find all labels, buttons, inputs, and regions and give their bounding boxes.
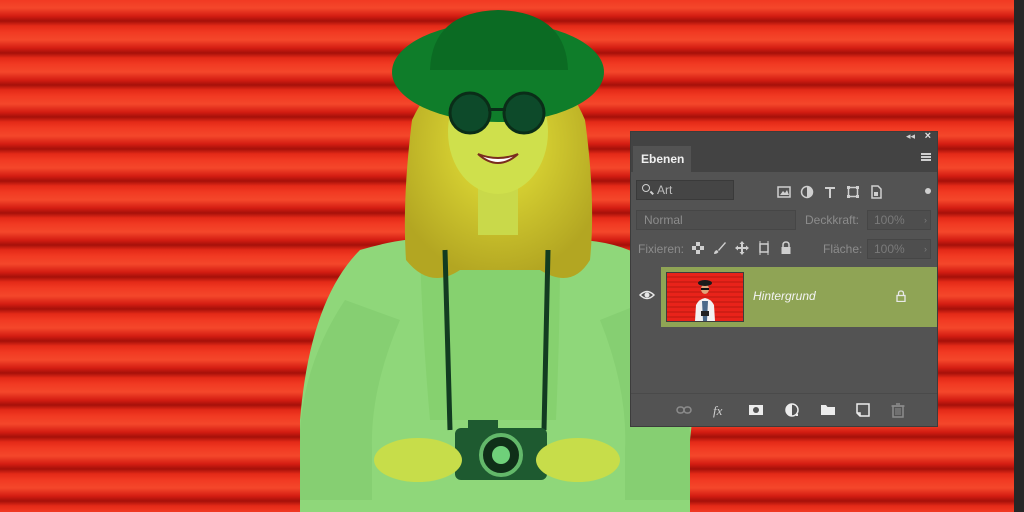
panel-tab-bar: Ebenen <box>631 144 937 172</box>
lock-all-icon[interactable] <box>779 241 793 255</box>
layers-list: Hintergrund <box>631 265 937 393</box>
lock-transparency-icon[interactable] <box>691 241 705 255</box>
canvas-right-edge <box>1014 0 1024 512</box>
opacity-input[interactable]: 100% › <box>867 210 931 230</box>
type-filter-icon[interactable] <box>823 185 837 199</box>
link-layers-icon[interactable] <box>676 402 692 418</box>
tab-layers[interactable]: Ebenen <box>633 146 691 172</box>
layer-filter-row: Art <box>631 177 937 205</box>
chevron-right-icon: › <box>924 244 927 254</box>
blend-mode-dropdown[interactable]: Normal <box>636 210 796 230</box>
filter-kind-dropdown[interactable]: Art <box>636 180 734 200</box>
close-icon[interactable]: × <box>925 130 931 142</box>
collapse-panel-icon[interactable]: ◂◂ <box>906 131 915 142</box>
panel-bottom-bar: fx <box>631 393 937 426</box>
lock-label: Fixieren: <box>638 242 685 256</box>
fill-label: Fläche: <box>823 242 863 256</box>
lock-row: Fixieren: Fläche: 100% › <box>631 237 937 261</box>
layers-panel: ◂◂ × Ebenen Art Normal Deckkraft: 100% ›… <box>630 130 938 427</box>
layer-row-background[interactable]: Hintergrund <box>661 267 937 327</box>
folder-icon[interactable] <box>820 402 836 418</box>
new-layer-icon[interactable] <box>855 402 871 418</box>
opacity-label: Deckkraft: <box>805 213 860 227</box>
trash-icon[interactable] <box>890 402 906 418</box>
mask-icon[interactable] <box>748 402 764 418</box>
shape-filter-icon[interactable] <box>846 185 860 199</box>
panel-menu-icon[interactable] <box>921 153 931 161</box>
filter-kind-label: Art <box>657 183 673 197</box>
filter-toggle-icon[interactable] <box>925 188 931 194</box>
adjustment-layer-icon[interactable] <box>784 402 800 418</box>
lock-artboard-icon[interactable] <box>757 241 771 255</box>
panel-header-strip: ◂◂ × <box>631 130 937 144</box>
fill-value: 100% <box>874 242 905 256</box>
layer-name[interactable]: Hintergrund <box>753 289 816 303</box>
eye-icon[interactable] <box>639 288 655 302</box>
search-icon <box>642 184 650 192</box>
opacity-value: 100% <box>874 213 905 227</box>
layer-thumbnail-image <box>667 273 743 321</box>
image-filter-icon[interactable] <box>777 185 791 199</box>
adjustment-filter-icon[interactable] <box>800 185 814 199</box>
fx-icon[interactable]: fx <box>712 402 728 418</box>
lock-image-pixels-icon[interactable] <box>713 241 727 255</box>
layer-thumbnail <box>666 272 744 322</box>
fill-input[interactable]: 100% › <box>867 239 931 259</box>
chevron-right-icon: › <box>924 215 927 225</box>
blend-row: Normal Deckkraft: 100% › <box>631 208 937 232</box>
svg-text:fx: fx <box>713 403 723 418</box>
smart-object-filter-icon[interactable] <box>869 185 883 199</box>
layer-lock-icon[interactable] <box>895 290 907 302</box>
lock-position-icon[interactable] <box>735 241 749 255</box>
